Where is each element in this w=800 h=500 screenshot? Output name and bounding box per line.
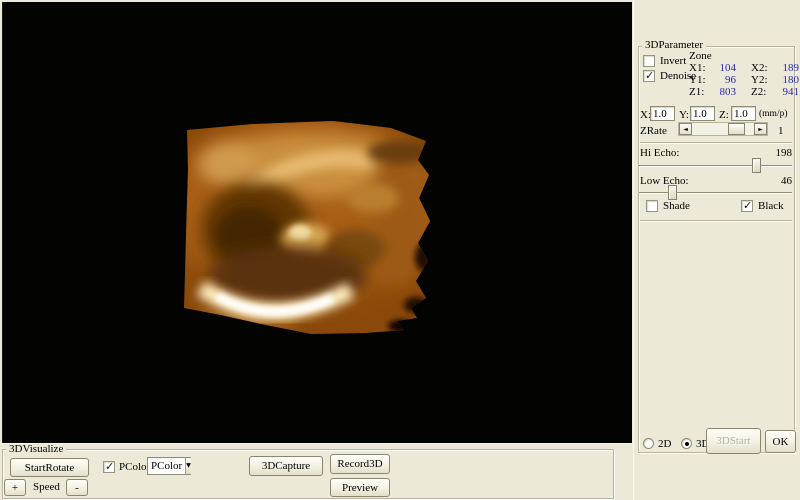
zone-x2-value: 189 <box>772 63 799 74</box>
z-scale-input[interactable] <box>731 106 756 121</box>
preview-button[interactable]: Preview <box>330 478 390 497</box>
zone-y1-label: Y1: <box>689 75 706 86</box>
zone-title: Zone <box>689 51 712 62</box>
parameter-panel: 3DParameter Invert Denoise Zone X1: 104 … <box>633 0 800 500</box>
zone-y2-label: Y2: <box>751 75 768 86</box>
shade-checkbox[interactable] <box>646 200 658 212</box>
mode-2d-radio[interactable] <box>643 438 654 449</box>
record-3d-button[interactable]: Record3D <box>330 454 390 474</box>
zone-x1-value: 104 <box>710 63 736 74</box>
separator-bottom <box>640 220 792 222</box>
ultrasound-volume-image <box>3 2 633 443</box>
pcolor-dropdown[interactable]: PColor ▼ <box>147 457 191 475</box>
black-checkbox[interactable] <box>741 200 753 212</box>
group-3dvisualize-title: 3DVisualize <box>6 444 66 455</box>
zrate-scroll-thumb[interactable] <box>728 123 745 135</box>
speed-label: Speed <box>33 482 60 493</box>
zrate-value: 1 <box>778 126 784 137</box>
zrate-scroll-left-icon[interactable]: ◄ <box>679 123 692 135</box>
ok-button[interactable]: OK <box>765 430 796 453</box>
zone-x1-label: X1: <box>689 63 706 74</box>
y-scale-input[interactable] <box>690 106 715 121</box>
z-scale-label: Z: <box>719 110 729 121</box>
speed-plus-button[interactable]: + <box>4 479 26 496</box>
x-scale-input[interactable] <box>650 106 675 121</box>
zrate-scroll-track[interactable] <box>692 123 754 135</box>
capture-3d-button[interactable]: 3DCapture <box>249 456 323 476</box>
pcolor-label: PColor <box>119 462 150 473</box>
black-label: Black <box>758 201 784 212</box>
zone-z2-label: Z2: <box>751 87 766 98</box>
low-echo-slider[interactable] <box>639 185 792 201</box>
zone-z1-value: 803 <box>710 87 736 98</box>
zrate-scroll-right-icon[interactable]: ► <box>754 123 767 135</box>
start-rotate-button[interactable]: StartRotate <box>10 458 89 477</box>
pcolor-checkbox[interactable] <box>103 461 115 473</box>
shade-label: Shade <box>663 201 690 212</box>
mode-3d-radio[interactable] <box>681 438 692 449</box>
invert-label: Invert <box>660 56 686 67</box>
zrate-scrollbar[interactable]: ◄ ► <box>678 122 768 136</box>
denoise-checkbox[interactable] <box>643 70 655 82</box>
start-3d-button[interactable]: 3DStart <box>706 428 761 454</box>
pcolor-dropdown-arrow-icon[interactable]: ▼ <box>185 458 191 474</box>
visualize-panel: 3DVisualize StartRotate + Speed - PColor… <box>0 443 633 500</box>
zone-z1-label: Z1: <box>689 87 704 98</box>
pcolor-dropdown-value: PColor <box>148 458 185 474</box>
app-window: { "icons": { "scroll_left": "◄", "scroll… <box>0 0 800 500</box>
invert-checkbox[interactable] <box>643 55 655 67</box>
hi-echo-track <box>639 165 792 167</box>
zone-y1-value: 96 <box>710 75 736 86</box>
speed-minus-button[interactable]: - <box>66 479 88 496</box>
zone-z2-value: 941 <box>772 87 799 98</box>
mode-2d-label: 2D <box>658 439 671 450</box>
zrate-label: ZRate <box>640 126 667 137</box>
hi-echo-thumb[interactable] <box>752 158 761 173</box>
zone-x2-label: X2: <box>751 63 768 74</box>
hi-echo-slider[interactable] <box>639 158 792 174</box>
scale-unit-label: (mm/p) <box>759 109 788 120</box>
y-scale-label: Y: <box>679 110 689 121</box>
render-viewport[interactable] <box>2 2 632 443</box>
low-echo-thumb[interactable] <box>668 185 677 200</box>
group-3dparameter-title: 3DParameter <box>642 40 706 51</box>
zone-y2-value: 180 <box>772 75 799 86</box>
low-echo-track <box>639 192 792 194</box>
separator-top <box>640 142 792 144</box>
